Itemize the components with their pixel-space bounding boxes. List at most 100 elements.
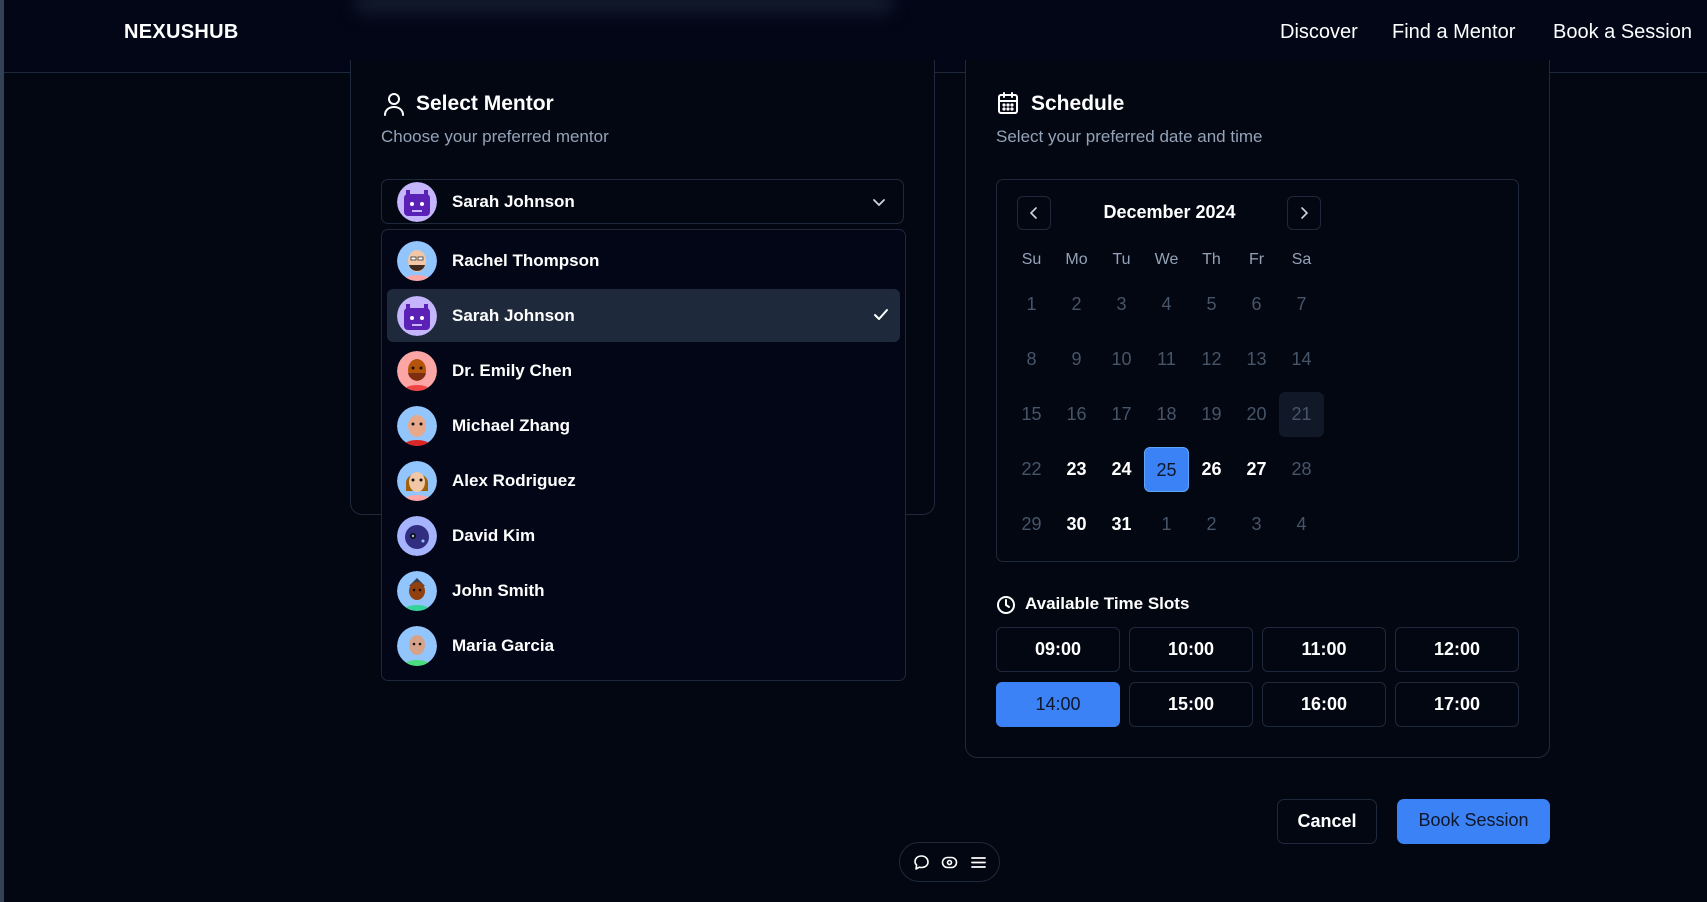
- calendar-day-disabled: 1: [1026, 294, 1037, 314]
- schedule-title: Schedule: [1031, 92, 1125, 115]
- window-edge: [0, 0, 4, 902]
- calendar-day-disabled: 1: [1161, 514, 1172, 534]
- mentor-option[interactable]: David Kim: [387, 509, 900, 562]
- time-slots-title: Available Time Slots: [1025, 594, 1190, 613]
- mentor-option[interactable]: Rachel Thompson: [387, 234, 900, 287]
- mentor-option-label: Rachel Thompson: [452, 251, 600, 270]
- avatar: [397, 461, 437, 501]
- time-slot[interactable]: 09:00: [996, 627, 1120, 672]
- calendar-day-disabled: 17: [1111, 404, 1132, 424]
- avatar: [397, 182, 437, 222]
- time-slot[interactable]: 11:00: [1262, 627, 1386, 672]
- time-slot[interactable]: 16:00: [1262, 682, 1386, 727]
- chevron-down-icon: [871, 194, 887, 215]
- calendar-day[interactable]: 31: [1099, 502, 1144, 547]
- select-mentor-subtitle: Choose your preferred mentor: [381, 127, 609, 146]
- mentor-option-label: Maria Garcia: [452, 636, 555, 655]
- mentor-option[interactable]: Maria Garcia: [387, 619, 900, 672]
- mentor-option[interactable]: Alex Rodriguez: [387, 454, 900, 507]
- weekday-header: We: [1154, 251, 1179, 268]
- weekday-header: Su: [1021, 251, 1042, 268]
- calendar-day-disabled: 2: [1206, 514, 1217, 534]
- calendar-day[interactable]: 23: [1054, 447, 1099, 492]
- calendar-day-disabled: 5: [1206, 294, 1217, 314]
- calendar-day-disabled: 22: [1021, 459, 1042, 479]
- time-slot[interactable]: 17:00: [1395, 682, 1519, 727]
- mentor-option-selected[interactable]: Sarah Johnson: [387, 289, 900, 342]
- calendar-day-disabled: 14: [1291, 349, 1312, 369]
- mentor-option-label: Alex Rodriguez: [452, 471, 576, 490]
- schedule-subtitle: Select your preferred date and time: [996, 127, 1263, 146]
- calendar-day-disabled: 3: [1251, 514, 1262, 534]
- calendar-day-disabled: 11: [1157, 349, 1176, 369]
- comment-icon[interactable]: [913, 854, 930, 876]
- avatar: [397, 351, 437, 391]
- avatar: [397, 626, 437, 666]
- selected-mentor-label: Sarah Johnson: [452, 192, 575, 211]
- clock-icon: [996, 595, 1016, 615]
- calendar-day-disabled: 29: [1021, 514, 1042, 534]
- select-mentor-title: Select Mentor: [416, 92, 554, 115]
- calendar-day-disabled: 19: [1201, 404, 1222, 424]
- calendar-day-disabled: 15: [1021, 404, 1042, 424]
- calendar-day-disabled: 13: [1246, 349, 1267, 369]
- calendar-day-disabled: 3: [1116, 294, 1127, 314]
- calendar-day-disabled: 4: [1161, 294, 1172, 314]
- mentor-option-label: Michael Zhang: [452, 416, 571, 435]
- avatar: [397, 296, 437, 336]
- nav-find-a-mentor[interactable]: Find a Mentor: [1392, 21, 1515, 44]
- avatar: [397, 406, 437, 446]
- calendar-day[interactable]: 24: [1099, 447, 1144, 492]
- calendar-day-disabled: 28: [1291, 459, 1312, 479]
- calendar-day-disabled: 8: [1026, 349, 1037, 369]
- calendar-day-disabled: 4: [1296, 514, 1307, 534]
- mentor-option[interactable]: Michael Zhang: [387, 399, 900, 452]
- calendar-day[interactable]: 26: [1189, 447, 1234, 492]
- calendar: December 2024 Su Mo Tu We Th Fr Sa 1 2 3 4 5 6 7 8 9 10 1…: [996, 179, 1519, 562]
- weekday-header: Fr: [1248, 251, 1265, 268]
- logo[interactable]: NEXUSHUB: [124, 21, 239, 44]
- calendar-day-disabled: 20: [1246, 404, 1267, 424]
- avatar: [397, 516, 437, 556]
- calendar-icon: [997, 91, 1019, 115]
- mentor-option-label: John Smith: [452, 581, 545, 600]
- floating-toolbar: [899, 842, 1000, 882]
- avatar: [397, 571, 437, 611]
- calendar-day-today: 21: [1279, 392, 1324, 437]
- weekday-header: Sa: [1291, 251, 1312, 268]
- time-slot[interactable]: 10:00: [1129, 627, 1253, 672]
- calendar-day-disabled: 9: [1071, 349, 1082, 369]
- mentor-select[interactable]: Sarah Johnson: [381, 179, 904, 224]
- nav-book-a-session[interactable]: Book a Session: [1553, 21, 1692, 44]
- check-icon: [872, 306, 890, 329]
- eye-icon[interactable]: [941, 854, 958, 876]
- menu-icon[interactable]: [970, 854, 987, 876]
- calendar-day-disabled: 7: [1296, 294, 1307, 314]
- cancel-button[interactable]: Cancel: [1277, 799, 1377, 844]
- header-blur-overlay: [354, 0, 894, 14]
- calendar-day-disabled: 12: [1201, 349, 1222, 369]
- weekday-header: Th: [1202, 251, 1221, 268]
- weekday-header: Mo: [1065, 251, 1088, 268]
- next-month-button[interactable]: [1287, 196, 1321, 230]
- time-slot[interactable]: 12:00: [1395, 627, 1519, 672]
- calendar-day[interactable]: 27: [1234, 447, 1279, 492]
- time-slot-selected[interactable]: 14:00: [996, 682, 1120, 727]
- mentor-option[interactable]: Dr. Emily Chen: [387, 344, 900, 397]
- book-session-button[interactable]: Book Session: [1397, 799, 1550, 844]
- mentor-option[interactable]: John Smith: [387, 564, 900, 617]
- user-icon: [383, 92, 405, 116]
- calendar-day-disabled: 18: [1156, 404, 1177, 424]
- calendar-day-disabled: 10: [1111, 349, 1132, 369]
- mentor-option-label: Dr. Emily Chen: [452, 361, 572, 380]
- weekday-header: Tu: [1112, 251, 1131, 268]
- mentor-option-label: Sarah Johnson: [452, 306, 575, 325]
- avatar: [397, 241, 437, 281]
- time-slot[interactable]: 15:00: [1129, 682, 1253, 727]
- nav-discover[interactable]: Discover: [1280, 21, 1358, 44]
- calendar-day[interactable]: 30: [1054, 502, 1099, 547]
- calendar-day-selected[interactable]: 25: [1144, 447, 1189, 492]
- calendar-day-disabled: 16: [1066, 404, 1087, 424]
- mentor-option-label: David Kim: [452, 526, 536, 545]
- mentor-dropdown: Rachel Thompson Sarah Johnson Dr. Emily …: [381, 229, 906, 681]
